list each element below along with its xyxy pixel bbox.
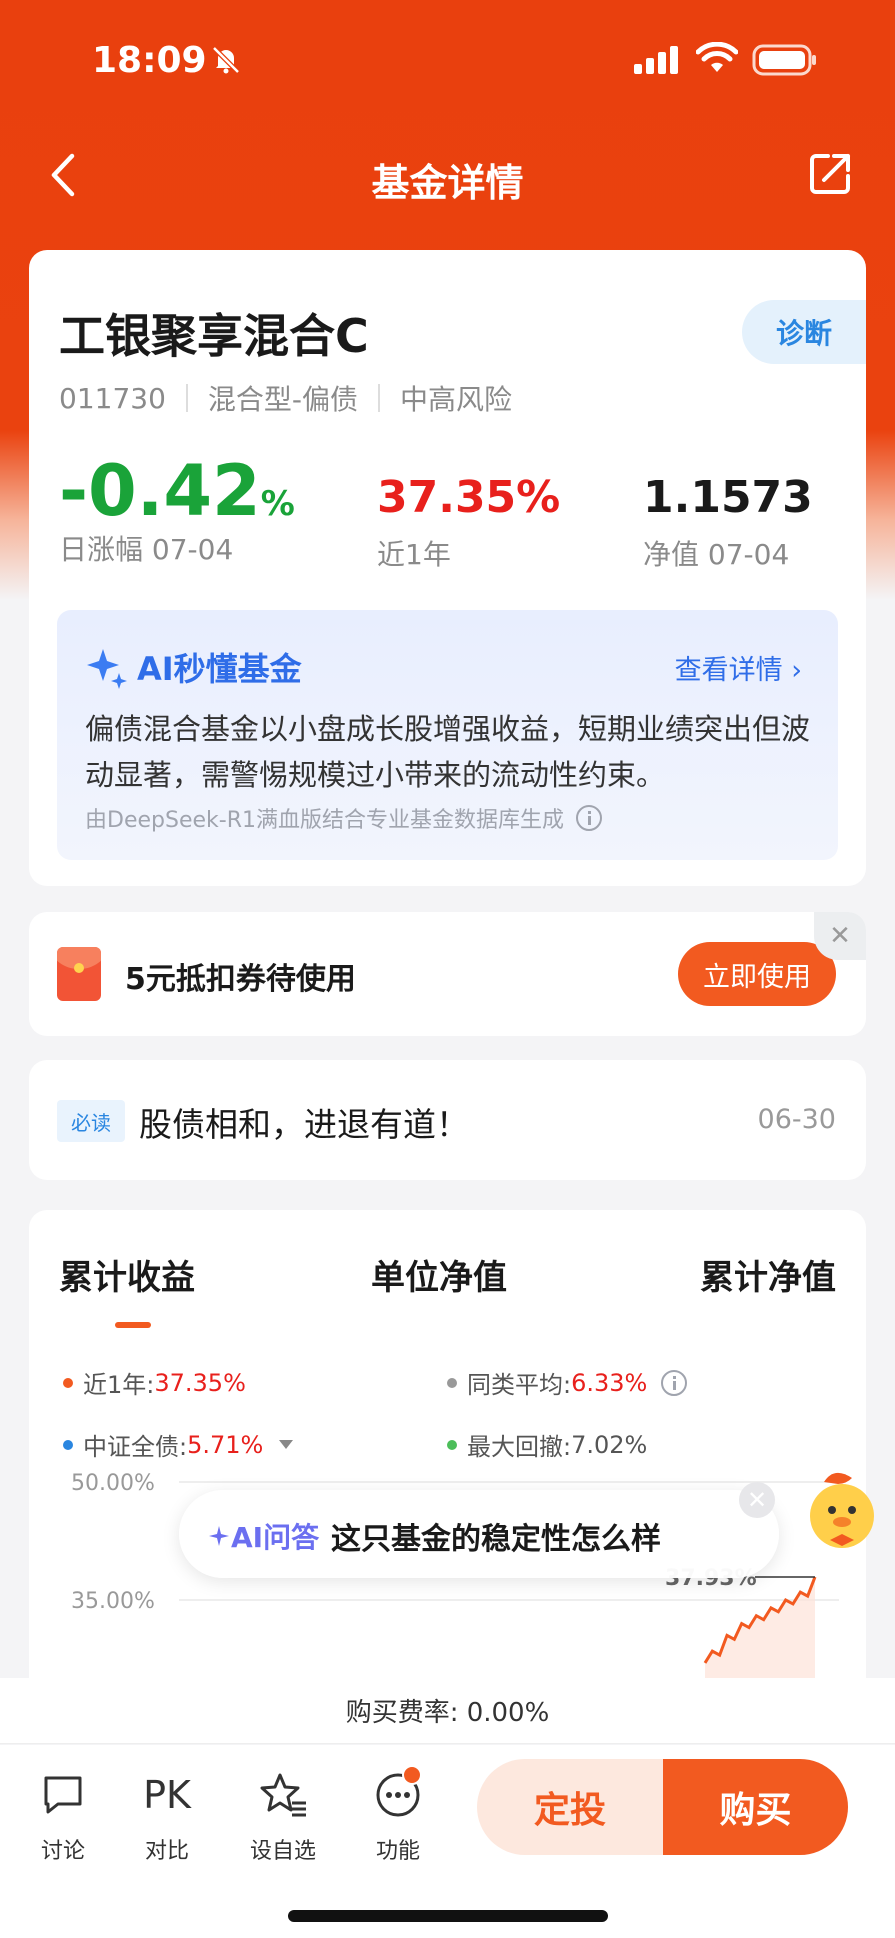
legend-dot — [63, 1377, 73, 1388]
notice-date: 06-30 — [757, 1104, 836, 1135]
tab-unit-nav[interactable]: 单位净值 — [371, 1250, 507, 1299]
notice-title: 股债相和，进退有道！ — [139, 1105, 469, 1144]
legend-benchmark[interactable]: 中证全债: 5.71% — [63, 1427, 294, 1462]
signal-icon — [634, 46, 678, 74]
use-coupon-button[interactable]: 立即使用 — [678, 942, 836, 1006]
chart-tabs: 累计收益 单位净值 累计净值 — [29, 1250, 866, 1330]
wifi-icon — [696, 42, 738, 72]
battery-icon — [752, 44, 816, 76]
ai-summary-box[interactable]: AI秒懂基金 查看详情 › 偏债混合基金以小盘成长股增强收益，短期业绩突出但波动… — [57, 610, 838, 860]
discuss-button[interactable]: 讨论 — [18, 1765, 108, 1865]
year-return-value: 37.35% — [377, 472, 561, 523]
year-return-label: 近1年 — [377, 538, 451, 571]
purchase-fee-rate: 购买费率: 0.00% — [0, 1678, 895, 1744]
bell-muted-icon — [212, 46, 240, 74]
daily-change-label: 日涨幅 07-04 — [59, 533, 234, 566]
chevron-down-icon[interactable] — [279, 1440, 294, 1449]
add-watchlist-button[interactable]: 设自选 — [238, 1765, 328, 1865]
ai-summary-source: 由DeepSeek-R1满血版结合专业基金数据库生成 — [85, 802, 602, 834]
performance-chart-card: 累计收益 单位净值 累计净值 近1年: 37.35% 同类平均: 6.33% 中证全… — [29, 1210, 874, 1730]
tab-cumulative-nav[interactable]: 累计净值 — [700, 1250, 836, 1299]
nav-value: 1.1573 — [643, 472, 813, 523]
nav-stat: 1.1573 净值 07-04 — [643, 472, 813, 573]
share-icon[interactable] — [808, 150, 854, 196]
legend-category-average: 同类平均: 6.33% — [447, 1365, 688, 1400]
star-list-icon — [260, 1773, 306, 1817]
ai-question-popup[interactable]: AI问答 这只基金的稳定性怎么样 — [179, 1490, 779, 1578]
diagnose-button[interactable]: 诊断 — [742, 300, 866, 364]
legend-dot — [447, 1439, 457, 1450]
pk-icon: PK — [143, 1773, 191, 1817]
ai-summary-text: 偏债混合基金以小盘成长股增强收益，短期业绩突出但波动显著，需警惕规模过小带来的流… — [85, 712, 811, 792]
fund-name: 工银聚享混合C — [59, 309, 369, 363]
legend-year: 近1年: 37.35% — [63, 1365, 246, 1400]
coupon-text: 5元抵扣券待使用 — [125, 962, 356, 997]
close-icon[interactable]: ✕ — [739, 1482, 775, 1518]
notice-card[interactable]: 必读 股债相和，进退有道！ 06-30 — [29, 1060, 866, 1180]
y-tick-label: 50.00% — [71, 1471, 155, 1496]
fund-type: 混合型-偏债 — [207, 383, 358, 416]
red-envelope-icon — [57, 947, 101, 1001]
compare-button[interactable]: PK 对比 — [122, 1765, 212, 1865]
discuss-label: 讨论 — [40, 1839, 85, 1864]
active-tab-indicator — [115, 1322, 151, 1328]
daily-change-stat: -0.42% 日涨幅 07-04 — [59, 450, 295, 568]
mascot-icon[interactable] — [794, 1460, 894, 1560]
status-bar: 18:09 — [0, 0, 895, 120]
fund-code: 011730 — [59, 381, 166, 415]
page-title: 基金详情 — [371, 161, 524, 205]
fund-summary-card: 工银聚享混合C 诊断 011730 混合型-偏债 中高风险 -0.42% 日涨幅… — [29, 250, 866, 886]
notification-badge — [402, 1765, 422, 1785]
fund-risk: 中高风险 — [400, 383, 513, 416]
status-time: 18:09 — [92, 40, 207, 81]
legend-dot — [63, 1439, 73, 1450]
auto-invest-button[interactable]: 定投 — [477, 1759, 663, 1855]
coupon-card: 5元抵扣券待使用 立即使用 ✕ — [29, 912, 866, 1036]
close-icon[interactable]: ✕ — [814, 912, 866, 960]
year-return-stat: 37.35% 近1年 — [377, 472, 560, 573]
ai-qa-label: AI问答 — [207, 1516, 319, 1556]
sparkle-icon — [87, 649, 127, 689]
buy-button[interactable]: 购买 — [663, 1759, 848, 1855]
daily-change-value: -0.42% — [59, 450, 295, 532]
bottom-action-bar: 讨论 PK 对比 设自选 功能 定投 购买 — [0, 1745, 895, 1938]
home-indicator — [288, 1910, 608, 1922]
nav-label: 净值 07-04 — [643, 538, 790, 571]
legend-dot — [447, 1377, 457, 1388]
info-icon[interactable] — [661, 1369, 688, 1396]
ai-question-text: 这只基金的稳定性怎么样 — [331, 1522, 661, 1557]
sparkle-icon — [209, 1526, 229, 1546]
y-tick-label: 35.00% — [71, 1589, 155, 1614]
compare-label: 对比 — [144, 1839, 189, 1864]
info-icon[interactable] — [575, 805, 602, 831]
more-functions-button[interactable]: 功能 — [353, 1765, 443, 1865]
fund-meta: 011730 混合型-偏债 中高风险 — [59, 378, 512, 418]
ai-summary-title: AI秒懂基金 — [85, 644, 302, 690]
legend-max-drawdown: 最大回撤: 7.02% — [447, 1427, 647, 1462]
more-functions-label: 功能 — [375, 1839, 420, 1864]
add-watchlist-label: 设自选 — [249, 1839, 316, 1864]
ai-summary-more-link[interactable]: 查看详情 › — [675, 648, 802, 687]
divider — [185, 384, 188, 412]
nav-bar: 基金详情 — [0, 130, 895, 220]
divider — [378, 384, 380, 412]
fund-detail-page: 18:09 基金详情 工银聚享混合C 诊断 011730 混合型-偏债 中高风险… — [0, 0, 895, 1938]
chat-icon — [44, 1776, 82, 1814]
tab-cumulative-return[interactable]: 累计收益 — [59, 1250, 195, 1299]
must-read-tag: 必读 — [57, 1100, 125, 1142]
